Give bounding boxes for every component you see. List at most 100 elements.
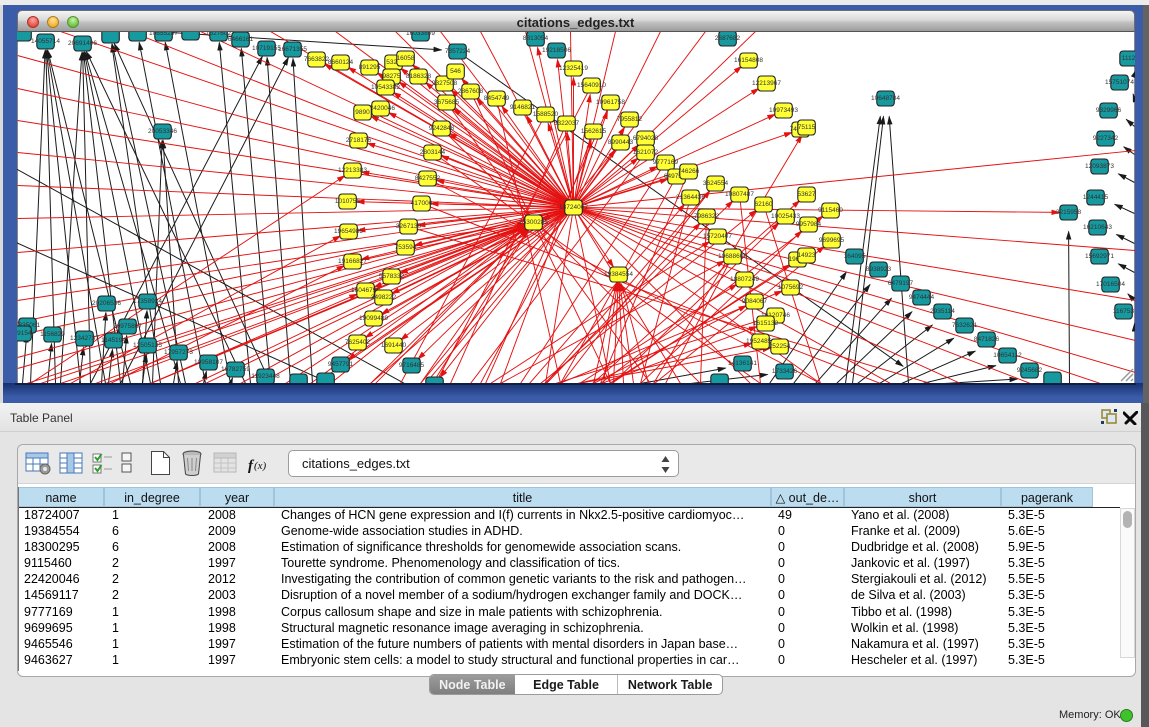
svg-text:9227342: 9227342	[1092, 135, 1118, 142]
svg-text:8660124: 8660124	[327, 59, 353, 66]
svg-text:11923448: 11923448	[251, 373, 280, 380]
svg-text:10655287: 10655287	[149, 32, 178, 37]
svg-text:12325419: 12325419	[559, 65, 588, 72]
svg-text:1075692: 1075692	[777, 284, 803, 291]
svg-text:19654985: 19654985	[334, 228, 363, 235]
svg-text:19166827: 19166827	[338, 258, 367, 265]
svg-text:10648784: 10648784	[871, 95, 900, 102]
svg-text:10807487: 10807487	[725, 191, 754, 198]
svg-text:19218506: 19218506	[542, 47, 571, 54]
svg-text:1156829: 1156829	[40, 331, 65, 338]
svg-text:252254: 252254	[768, 343, 790, 350]
svg-text:3267130: 3267130	[395, 223, 421, 230]
svg-text:1615132: 1615132	[752, 320, 778, 327]
svg-text:16033809: 16033809	[406, 32, 435, 37]
svg-text:16210643: 16210643	[1083, 224, 1112, 231]
svg-text:1588520: 1588520	[532, 111, 558, 118]
svg-text:98275: 98275	[382, 73, 400, 80]
svg-text:9329966: 9329966	[1095, 107, 1121, 114]
svg-text:3215958: 3215958	[1055, 209, 1081, 216]
svg-text:15751074: 15751074	[1105, 79, 1134, 86]
svg-text:17957273: 17957273	[164, 349, 193, 356]
svg-text:8990443: 8990443	[607, 139, 633, 146]
svg-text:2687682: 2687682	[714, 35, 740, 42]
svg-text:7955812: 7955812	[616, 116, 642, 123]
svg-text:6479197: 6479197	[887, 280, 913, 287]
svg-text:25300285: 25300285	[519, 219, 548, 226]
svg-text:12505135: 12505135	[133, 342, 162, 349]
svg-text:2718176: 2718176	[345, 137, 371, 144]
svg-text:16154808: 16154808	[734, 57, 763, 64]
svg-text:1010755: 1010755	[334, 198, 360, 205]
svg-text:21364436: 21364436	[676, 194, 705, 201]
svg-text:7357224: 7357224	[444, 48, 470, 55]
svg-text:15692971: 15692971	[1085, 253, 1114, 260]
svg-text:9146821: 9146821	[509, 104, 535, 111]
svg-text:3498222: 3498222	[370, 294, 396, 301]
svg-text:53627: 53627	[797, 191, 815, 198]
svg-text:20053346: 20053346	[148, 128, 177, 135]
svg-text:(x): (x)	[254, 460, 267, 472]
svg-text:546: 546	[450, 68, 461, 75]
svg-text:1244415: 1244415	[1082, 194, 1108, 201]
svg-text:12213967: 12213967	[752, 80, 781, 87]
svg-text:10719155: 10719155	[252, 45, 281, 52]
svg-text:10688609: 10688609	[718, 253, 747, 260]
svg-text:164095: 164095	[843, 253, 865, 260]
svg-text:20691406: 20691406	[68, 40, 97, 47]
svg-text:10958107: 10958107	[194, 359, 223, 366]
svg-text:10654112: 10654112	[993, 352, 1022, 359]
svg-text:1562615: 1562615	[580, 128, 606, 135]
svg-text:10961758: 10961758	[596, 99, 625, 106]
svg-text:15640910: 15640910	[577, 82, 606, 89]
svg-text:19384554: 19384554	[604, 271, 633, 278]
svg-text:9890: 9890	[355, 109, 370, 116]
svg-text:1145194: 1145194	[101, 337, 126, 344]
svg-text:746266: 746266	[677, 168, 699, 175]
svg-text:14136141: 14136141	[728, 360, 757, 367]
svg-text:16782759: 16782759	[221, 366, 250, 373]
svg-text:6794028: 6794028	[632, 135, 658, 142]
svg-text:20975867: 20975867	[113, 323, 142, 330]
svg-text:8186328: 8186328	[405, 73, 431, 80]
svg-text:7632621: 7632621	[951, 322, 977, 329]
svg-text:17016504: 17016504	[1096, 281, 1125, 288]
svg-text:8471826: 8471826	[973, 336, 999, 343]
svg-text:7986322: 7986322	[693, 213, 719, 220]
svg-text:6466161: 6466161	[227, 36, 253, 43]
svg-text:16058: 16058	[396, 55, 414, 62]
svg-text:9327508: 9327508	[431, 80, 457, 87]
svg-text:8427552: 8427552	[414, 175, 440, 182]
svg-text:14923: 14923	[797, 252, 815, 259]
svg-text:2803144: 2803144	[419, 149, 445, 156]
svg-text:12093873: 12093873	[1085, 163, 1114, 170]
svg-text:116753: 116753	[1112, 308, 1134, 315]
svg-text:2935114: 2935114	[930, 308, 955, 315]
svg-text:3624554: 3624554	[702, 180, 728, 187]
svg-text:9957984: 9957984	[795, 221, 821, 228]
svg-text:15720407: 15720407	[703, 233, 732, 240]
svg-text:1733426: 1733426	[771, 368, 797, 375]
svg-text:19099489: 19099489	[359, 315, 388, 322]
svg-text:7625402: 7625402	[344, 339, 370, 346]
svg-text:417006: 417006	[410, 200, 432, 207]
svg-text:753594: 753594	[394, 244, 416, 251]
svg-text:20206536: 20206536	[92, 300, 121, 307]
svg-text:2867608: 2867608	[457, 88, 483, 95]
svg-text:1621072: 1621072	[632, 149, 658, 156]
svg-text:75115: 75115	[797, 124, 815, 131]
svg-text:62160: 62160	[754, 201, 772, 208]
svg-text:10973493: 10973493	[769, 107, 798, 114]
svg-text:39154: 39154	[17, 330, 32, 337]
svg-text:9084067: 9084067	[741, 298, 767, 305]
svg-text:9716485: 9716485	[398, 362, 424, 369]
svg-text:9245682: 9245682	[1016, 367, 1042, 374]
svg-text:8454749: 8454749	[483, 95, 509, 102]
svg-text:5578332: 5578332	[378, 273, 404, 280]
svg-text:1112: 1112	[1121, 55, 1134, 62]
svg-text:891295: 891295	[358, 64, 380, 71]
svg-text:8813054: 8813054	[522, 35, 548, 42]
svg-text:9777169: 9777169	[652, 159, 678, 166]
svg-text:8938923: 8938923	[865, 266, 891, 273]
svg-text:14055714: 14055714	[31, 38, 60, 45]
